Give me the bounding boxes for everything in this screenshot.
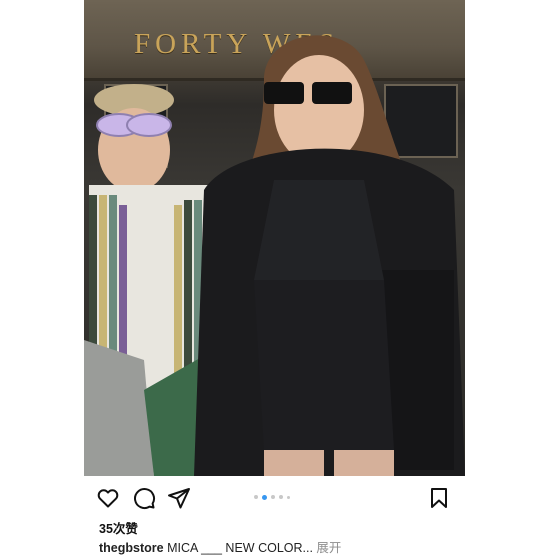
carousel-dot [254, 495, 258, 499]
carousel-dot [279, 495, 283, 499]
person-right-illustration [194, 35, 465, 476]
carousel-dot [271, 495, 275, 499]
post-photo[interactable]: FORTY WES [84, 0, 465, 476]
carousel-dot [287, 495, 290, 499]
paper-plane-icon[interactable] [167, 486, 191, 510]
caption-more-link[interactable]: 展开 [313, 541, 341, 555]
post-caption: thegbstore MICA ___ NEW COLOR... 展开 [99, 537, 341, 556]
caption-text: MICA ___ NEW COLOR... [163, 541, 313, 555]
heart-icon[interactable] [96, 486, 120, 510]
bookmark-icon[interactable] [427, 486, 451, 510]
instagram-post: FORTY WES 35次赞 thegbstore MICA ___ NEW C… [84, 0, 465, 555]
post-actions-bar [84, 476, 465, 518]
carousel-indicator [254, 494, 290, 500]
carousel-dot-active [262, 494, 267, 500]
caption-username[interactable]: thegbstore [99, 541, 164, 555]
comment-icon[interactable] [132, 486, 156, 510]
likes-count[interactable]: 35次赞 [99, 518, 138, 537]
